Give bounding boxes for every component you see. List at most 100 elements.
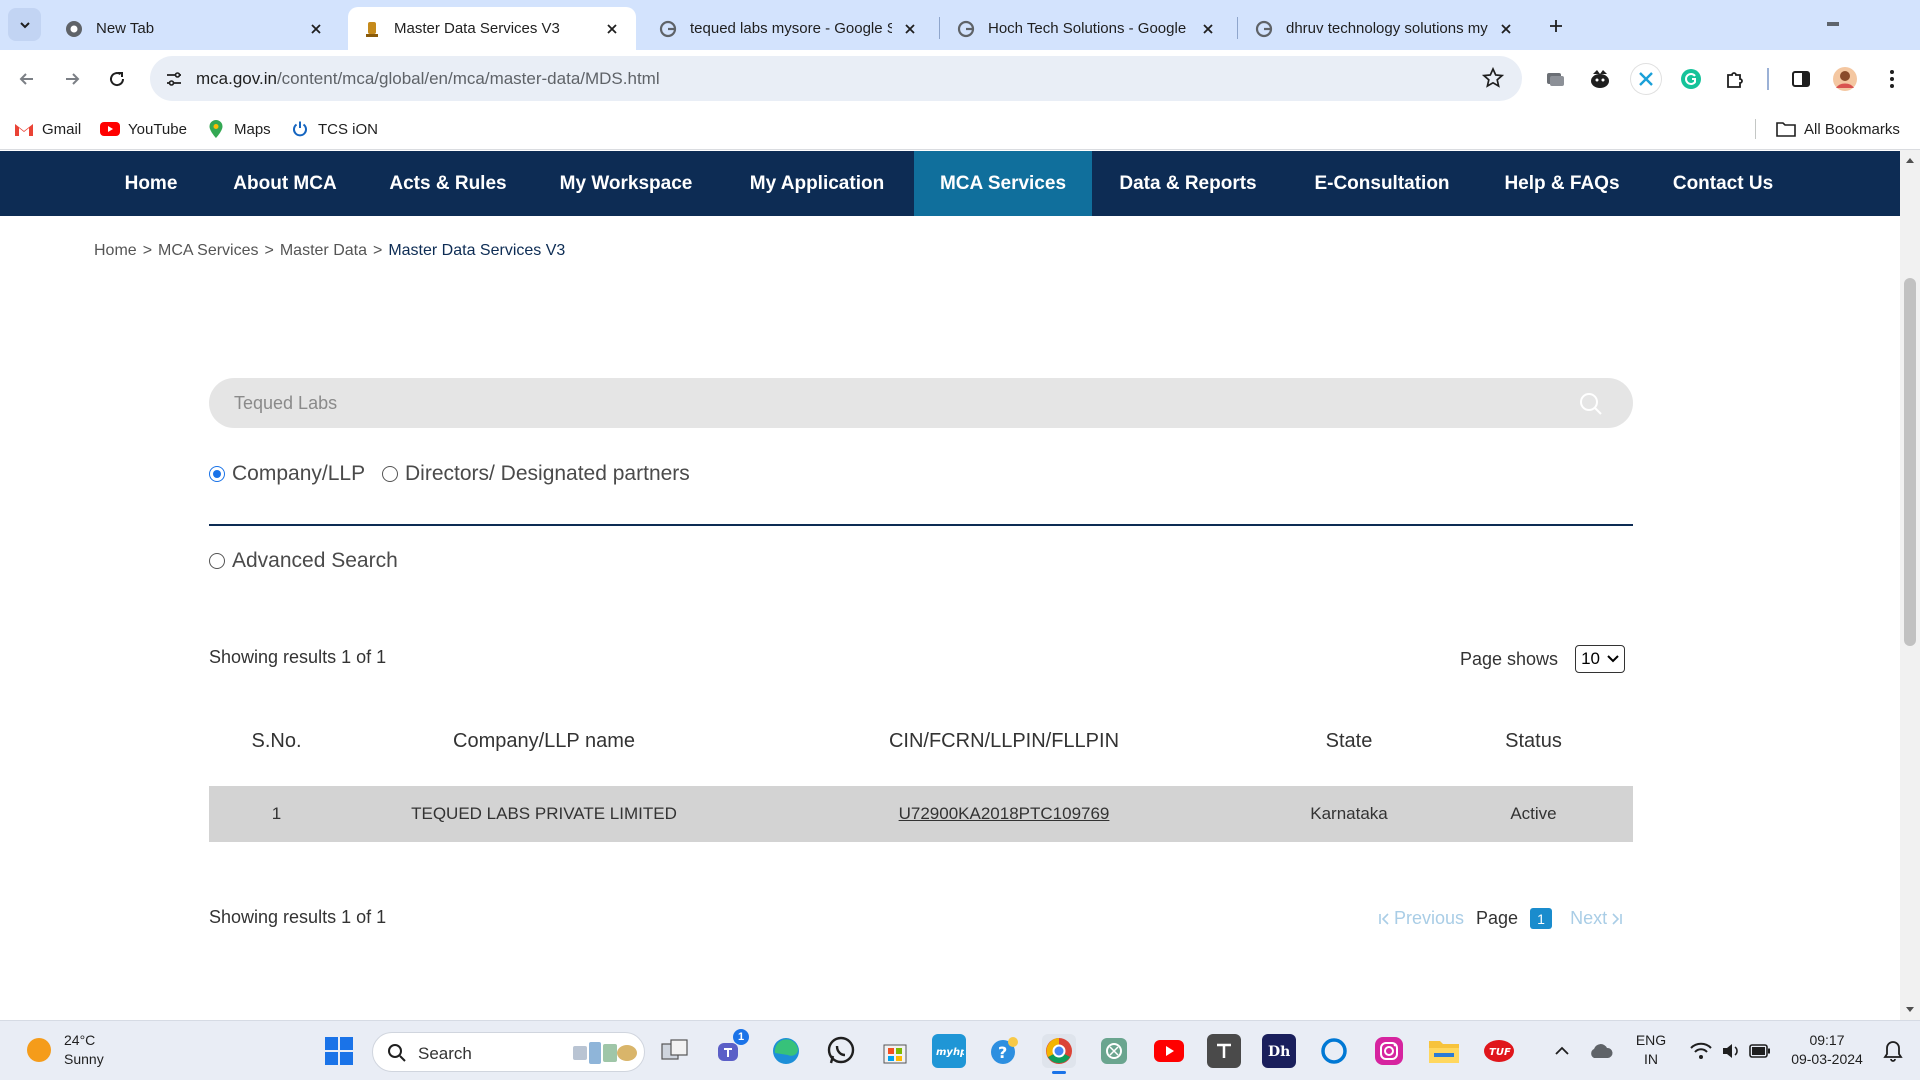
nav-data-reports[interactable]: Data & Reports xyxy=(1096,151,1280,216)
nav-my-application[interactable]: My Application xyxy=(726,151,908,216)
tab-master-data-services[interactable]: Master Data Services V3 xyxy=(348,7,636,50)
task-view-icon[interactable] xyxy=(658,1034,692,1068)
google-icon xyxy=(658,19,678,39)
all-bookmarks-button[interactable]: All Bookmarks xyxy=(1776,116,1900,142)
tuf-icon[interactable]: TUF xyxy=(1482,1034,1516,1068)
breadcrumb-home[interactable]: Home xyxy=(94,242,137,259)
teams-chat-icon[interactable]: 1 xyxy=(713,1029,749,1068)
back-button[interactable] xyxy=(10,62,44,96)
results-count-bottom: Showing results 1 of 1 xyxy=(209,907,387,927)
cortana-icon[interactable] xyxy=(1317,1034,1351,1068)
chrome-taskbar-icon[interactable] xyxy=(1042,1034,1076,1074)
help-icon[interactable]: ? xyxy=(987,1034,1021,1068)
tab-new-tab[interactable]: New Tab xyxy=(50,7,340,50)
app-t-icon[interactable] xyxy=(1207,1034,1241,1068)
whatsapp-icon[interactable] xyxy=(824,1034,858,1068)
last-page-icon xyxy=(1612,912,1622,925)
nav-e-consultation[interactable]: E-Consultation xyxy=(1290,151,1474,216)
cell-status: Active xyxy=(1510,804,1557,823)
more-menu-icon[interactable] xyxy=(1877,64,1907,94)
search-input[interactable] xyxy=(234,378,1554,428)
folder-icon xyxy=(1776,120,1796,138)
extension-scissors-icon[interactable] xyxy=(1631,64,1661,94)
current-page-number[interactable]: 1 xyxy=(1530,908,1553,929)
nav-my-workspace[interactable]: My Workspace xyxy=(536,151,716,216)
weather-widget[interactable]: 24°C Sunny xyxy=(26,1031,104,1069)
close-icon[interactable] xyxy=(306,19,326,39)
url-text[interactable]: mca.gov.in/content/mca/global/en/mca/mas… xyxy=(196,69,660,89)
microsoft-store-icon[interactable] xyxy=(878,1034,912,1068)
profile-avatar[interactable] xyxy=(1830,64,1860,94)
extensions-puzzle-icon[interactable] xyxy=(1720,64,1750,94)
nav-help-faqs[interactable]: Help & FAQs xyxy=(1484,151,1640,216)
cell-cin-link[interactable]: U72900KA2018PTC109769 xyxy=(744,786,1264,842)
region-code: IN xyxy=(1644,1051,1658,1067)
tab-google-search-dhruv[interactable]: dhruv technology solutions mys xyxy=(1240,7,1530,50)
breadcrumb-master-data[interactable]: Master Data xyxy=(280,242,367,259)
clock[interactable]: 09:17 09-03-2024 xyxy=(1782,1031,1872,1069)
close-icon[interactable] xyxy=(1496,19,1516,39)
extension-screenshot-icon[interactable] xyxy=(1540,64,1570,94)
bookmark-tcs-ion[interactable]: TCS iON xyxy=(290,116,378,142)
breadcrumb-separator: > xyxy=(372,242,383,259)
bookmark-star-icon[interactable] xyxy=(1482,67,1506,91)
page-scrollbar[interactable] xyxy=(1900,150,1920,1020)
side-panel-icon[interactable] xyxy=(1786,64,1816,94)
section-divider xyxy=(209,524,1633,526)
scroll-down-icon xyxy=(1906,1007,1914,1012)
nav-mca-services[interactable]: MCA Services xyxy=(914,151,1092,216)
page-size-select[interactable]: 10 xyxy=(1575,645,1626,673)
instagram-icon[interactable] xyxy=(1372,1034,1406,1068)
bookmark-maps[interactable]: Maps xyxy=(206,116,271,142)
forward-button[interactable] xyxy=(55,62,89,96)
radio-directors[interactable]: Directors/ Designated partners xyxy=(382,462,690,486)
nav-home[interactable]: Home xyxy=(102,151,200,216)
nav-acts-rules[interactable]: Acts & Rules xyxy=(370,151,526,216)
close-icon[interactable] xyxy=(602,19,622,39)
start-button[interactable] xyxy=(322,1034,356,1068)
quick-settings[interactable] xyxy=(1680,1034,1780,1068)
myhp-icon[interactable]: myhp xyxy=(932,1034,966,1068)
next-label: Next xyxy=(1570,908,1608,928)
bookmark-gmail[interactable]: Gmail xyxy=(14,116,81,142)
search-icon[interactable] xyxy=(1579,392,1603,416)
youtube-taskbar-icon[interactable] xyxy=(1152,1034,1186,1068)
address-bar[interactable]: mca.gov.in/content/mca/global/en/mca/mas… xyxy=(150,56,1522,101)
deccan-herald-icon[interactable]: Dh xyxy=(1262,1034,1296,1068)
scrollbar-thumb[interactable] xyxy=(1904,278,1916,646)
scroll-up-icon xyxy=(1906,158,1914,163)
notifications-icon[interactable] xyxy=(1876,1034,1910,1068)
nav-contact-us[interactable]: Contact Us xyxy=(1650,151,1796,216)
chrome-icon xyxy=(64,19,84,39)
pagination-previous[interactable]: Previous xyxy=(1378,908,1464,929)
reload-button[interactable] xyxy=(100,62,134,96)
breadcrumb-mca-services[interactable]: MCA Services xyxy=(158,242,258,259)
radio-button[interactable] xyxy=(209,553,225,569)
close-icon[interactable] xyxy=(900,19,920,39)
edge-icon[interactable] xyxy=(769,1034,803,1068)
grammarly-icon[interactable] xyxy=(1676,64,1706,94)
nav-about-mca[interactable]: About MCA xyxy=(210,151,360,216)
close-icon[interactable] xyxy=(1198,19,1218,39)
radio-advanced-search[interactable]: Advanced Search xyxy=(209,549,398,573)
search-icon xyxy=(388,1044,406,1062)
tab-google-search-tequed[interactable]: tequed labs mysore - Google Se xyxy=(644,7,934,50)
language-indicator[interactable]: ENG IN xyxy=(1632,1031,1670,1069)
bookmark-youtube[interactable]: YouTube xyxy=(100,116,187,142)
svg-text:Dh: Dh xyxy=(1268,1044,1290,1060)
svg-text:myhp: myhp xyxy=(936,1047,964,1058)
chatgpt-icon[interactable] xyxy=(1097,1034,1131,1068)
file-explorer-icon[interactable] xyxy=(1427,1034,1461,1068)
tab-google-search-hoch[interactable]: Hoch Tech Solutions - Google S xyxy=(942,7,1232,50)
radio-button-checked[interactable] xyxy=(209,466,225,482)
site-info-icon[interactable] xyxy=(162,67,186,91)
pagination-next[interactable]: Next xyxy=(1570,908,1623,929)
show-hidden-icons-chevron-up-icon[interactable] xyxy=(1545,1034,1579,1068)
onedrive-cloud-icon[interactable] xyxy=(1584,1034,1618,1068)
tab-search-button[interactable] xyxy=(8,8,41,41)
radio-company-llp[interactable]: Company/LLP xyxy=(209,462,365,486)
taskbar-search[interactable]: Search xyxy=(372,1032,645,1072)
radio-button[interactable] xyxy=(382,466,398,482)
new-tab-button[interactable] xyxy=(1542,12,1570,40)
extension-mascot-icon[interactable] xyxy=(1585,64,1615,94)
